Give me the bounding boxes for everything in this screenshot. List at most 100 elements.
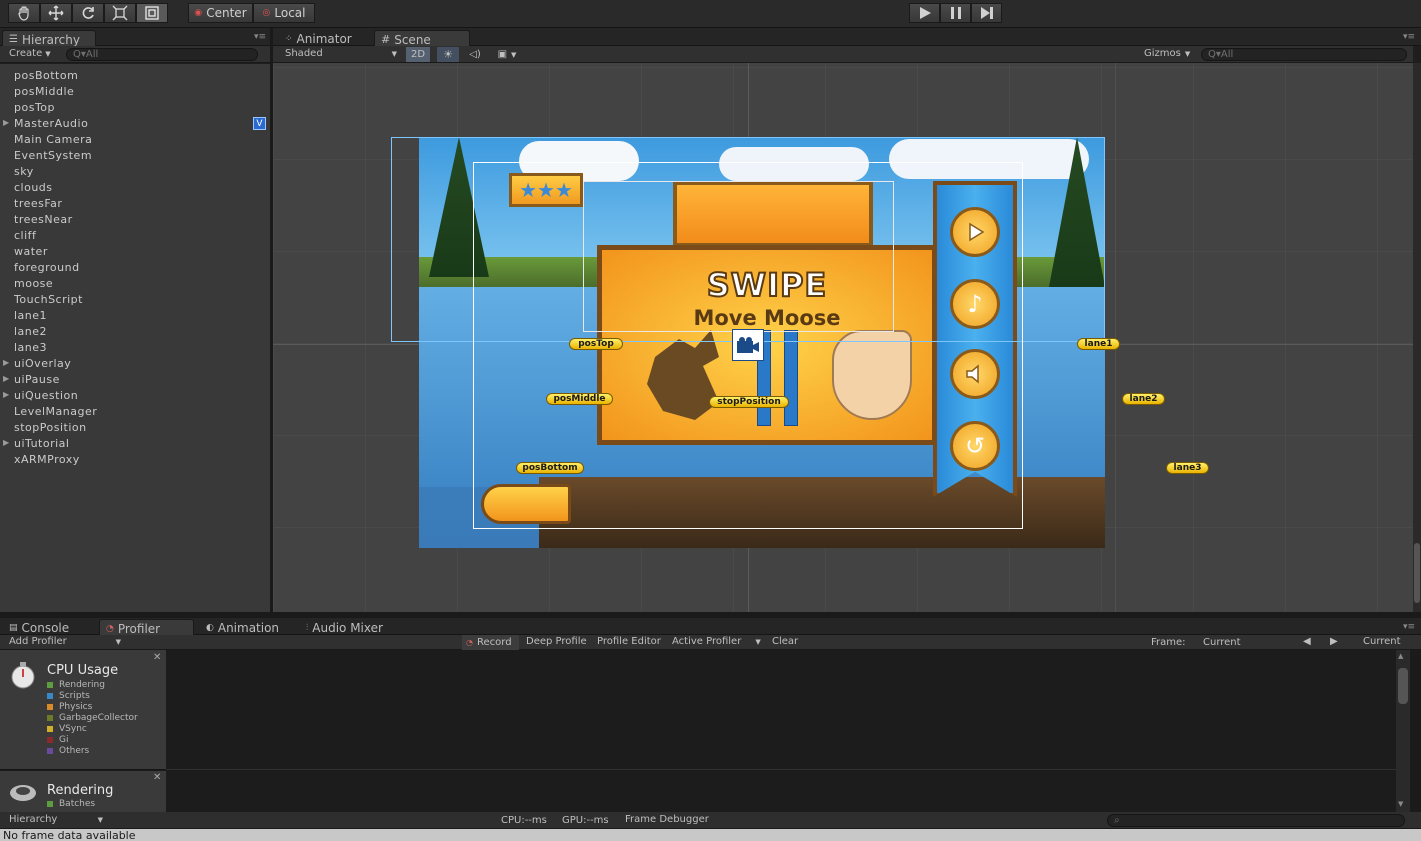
legend-item[interactable]: Rendering	[47, 680, 105, 690]
hierarchy-item[interactable]: uiPause	[14, 373, 60, 386]
hierarchy-item[interactable]: xARMProxy	[14, 453, 80, 466]
marker-posbottom[interactable]: posBottom	[516, 462, 584, 474]
hierarchy-toolbar: Create ▼ Q▾All	[0, 46, 270, 63]
pause-button[interactable]	[940, 3, 971, 23]
profiler-scrollbar[interactable]: ▲ ▼	[1396, 650, 1410, 812]
animator-icon: ⁘	[285, 34, 293, 44]
play-button[interactable]	[909, 3, 940, 23]
hierarchy-item[interactable]: posBottom	[14, 69, 78, 82]
hierarchy-item[interactable]: LevelManager	[14, 405, 97, 418]
expand-arrow-icon[interactable]: ▶	[3, 390, 9, 399]
legend-item[interactable]: Scripts	[47, 691, 90, 701]
rotate-tool-button[interactable]	[72, 3, 104, 23]
lighting-toggle[interactable]: ☀	[437, 47, 459, 62]
create-dropdown[interactable]: Create ▼	[9, 48, 51, 59]
legend-item[interactable]: GarbageCollector	[47, 713, 138, 723]
shading-dropdown[interactable]: Shaded ▼	[285, 48, 397, 59]
bottom-menu-icon[interactable]: ▾≡	[1403, 622, 1415, 632]
hierarchy-item[interactable]: cliff	[14, 229, 36, 242]
active-profiler-dropdown[interactable]: Active Profiler ▼	[672, 636, 761, 647]
marker-lane1[interactable]: lane1	[1077, 338, 1120, 350]
hierarchy-item[interactable]: sky	[14, 165, 34, 178]
cpu-usage-graph[interactable]	[166, 650, 1396, 770]
hierarchy-item[interactable]: treesNear	[14, 213, 73, 226]
panel-menu-icon[interactable]: ▾≡	[254, 32, 266, 42]
legend-item[interactable]: Others	[47, 746, 89, 756]
camera-gizmo[interactable]	[732, 329, 764, 361]
legend-item[interactable]: VSync	[47, 724, 87, 734]
rendering-module[interactable]: Rendering ✕ Batches	[0, 771, 166, 812]
hierarchy-item[interactable]: posTop	[14, 101, 55, 114]
record-button[interactable]: ◔ Record	[462, 635, 519, 650]
hierarchy-search-placeholder: Q▾All	[73, 49, 99, 60]
legend-item[interactable]: Batches	[47, 799, 95, 809]
hierarchy-item[interactable]: Main Camera	[14, 133, 92, 146]
hierarchy-item[interactable]: water	[14, 245, 48, 258]
hierarchy-item[interactable]: lane1	[14, 309, 47, 322]
master-audio-icon[interactable]: V	[253, 117, 266, 130]
hierarchy-item[interactable]: uiOverlay	[14, 357, 71, 370]
hand-tool-button[interactable]	[8, 3, 40, 23]
effects-dropdown[interactable]: ▣ ▼	[491, 47, 523, 62]
legend-label: VSync	[59, 724, 87, 734]
scene-menu-icon[interactable]: ▾≡	[1403, 32, 1415, 42]
rect-tool-button[interactable]	[136, 3, 168, 23]
hierarchy-item[interactable]: MasterAudio	[14, 117, 88, 130]
chevron-up-icon[interactable]: ▲	[1398, 652, 1403, 660]
hierarchy-item[interactable]: uiQuestion	[14, 389, 78, 402]
profiler-search-input[interactable]: ⌕	[1107, 814, 1405, 827]
frame-debugger-button[interactable]: Frame Debugger	[625, 814, 709, 825]
gizmos-dropdown[interactable]: Gizmos ▼	[1144, 48, 1190, 59]
cpu-usage-module[interactable]: CPU Usage ✕ Rendering Scripts Physics Garba…	[0, 650, 166, 770]
hierarchy-item[interactable]: foreground	[14, 261, 80, 274]
next-frame-button[interactable]: ▶	[1330, 636, 1338, 647]
2d-toggle[interactable]: 2D	[406, 47, 430, 62]
view-dropdown[interactable]: Hierarchy ▼	[9, 814, 103, 825]
hierarchy-item[interactable]: posMiddle	[14, 85, 74, 98]
clear-button[interactable]: Clear	[772, 636, 798, 647]
hierarchy-item[interactable]: lane3	[14, 341, 47, 354]
scrollbar-thumb[interactable]	[1398, 668, 1408, 704]
legend-item[interactable]: Physics	[47, 702, 92, 712]
hierarchy-item[interactable]: moose	[14, 277, 53, 290]
scale-tool-button[interactable]	[104, 3, 136, 23]
deep-profile-button[interactable]: Deep Profile	[526, 636, 587, 647]
legend-item[interactable]: Gi	[47, 735, 68, 745]
expand-arrow-icon[interactable]: ▶	[3, 118, 9, 127]
marker-posmiddle[interactable]: posMiddle	[546, 393, 613, 405]
expand-arrow-icon[interactable]: ▶	[3, 374, 9, 383]
chevron-down-icon[interactable]: ▼	[1398, 800, 1403, 808]
scene-view[interactable]: ★★★ SWIPE Move Moose ♪ ↺ posTop posMiddl…	[273, 63, 1413, 612]
prev-frame-button[interactable]: ◀	[1303, 636, 1311, 647]
audio-toggle[interactable]: ◁)	[465, 47, 485, 62]
space-toggle[interactable]: ◎ Local	[253, 3, 315, 23]
chevron-right-icon: ▶	[1330, 636, 1338, 647]
step-button[interactable]	[971, 3, 1002, 23]
marker-stopposition[interactable]: stopPosition	[709, 396, 789, 408]
pivot-toggle[interactable]: ◉ Center	[188, 3, 253, 23]
hierarchy-item[interactable]: TouchScript	[14, 293, 83, 306]
speaker-icon: ◁)	[469, 49, 481, 60]
marker-lane2[interactable]: lane2	[1122, 393, 1165, 405]
close-icon[interactable]: ✕	[153, 772, 161, 783]
scene-scrollbar[interactable]	[1413, 63, 1421, 612]
hierarchy-item[interactable]: treesFar	[14, 197, 62, 210]
hierarchy-search-input[interactable]: Q▾All	[66, 48, 258, 61]
hierarchy-item[interactable]: clouds	[14, 181, 53, 194]
hierarchy-item[interactable]: uiTutorial	[14, 437, 69, 450]
expand-arrow-icon[interactable]: ▶	[3, 358, 9, 367]
add-profiler-dropdown[interactable]: Add Profiler ▼	[9, 636, 121, 647]
close-icon[interactable]: ✕	[153, 652, 161, 663]
marker-postop[interactable]: posTop	[569, 338, 623, 350]
profile-editor-button[interactable]: Profile Editor	[597, 636, 661, 647]
move-tool-button[interactable]	[40, 3, 72, 23]
hierarchy-item[interactable]: EventSystem	[14, 149, 92, 162]
hierarchy-item[interactable]: lane2	[14, 325, 47, 338]
scrollbar-thumb[interactable]	[1414, 543, 1420, 603]
current-frame-button[interactable]: Current	[1363, 636, 1401, 647]
expand-arrow-icon[interactable]: ▶	[3, 438, 9, 447]
rendering-graph[interactable]	[166, 771, 1396, 812]
scene-search-input[interactable]: Q▾All	[1201, 48, 1407, 61]
marker-lane3[interactable]: lane3	[1166, 462, 1209, 474]
hierarchy-item[interactable]: stopPosition	[14, 421, 87, 434]
